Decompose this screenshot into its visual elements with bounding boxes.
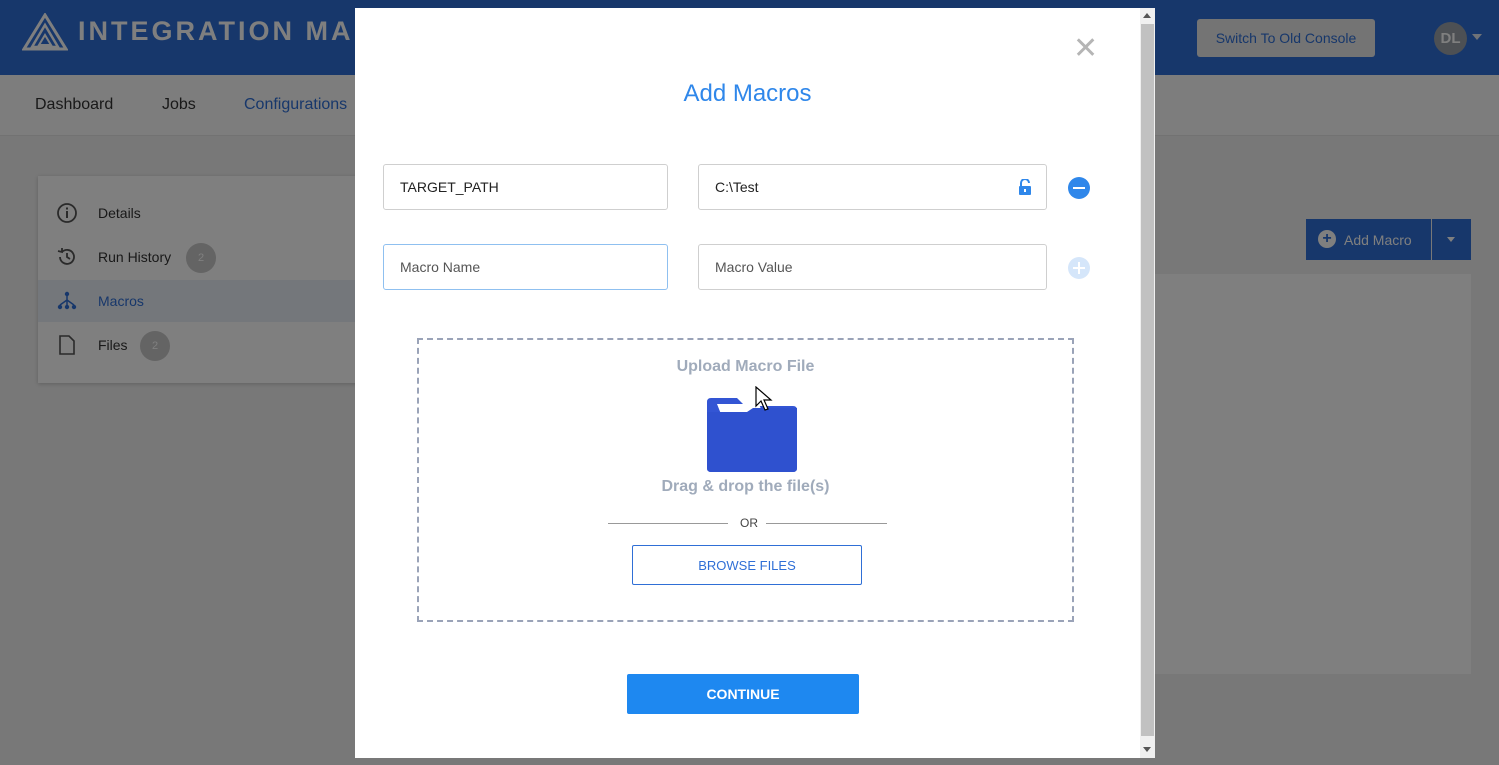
upload-dropzone[interactable]: Upload Macro File Drag & drop the file(s…	[417, 338, 1074, 622]
scroll-up-icon[interactable]	[1143, 13, 1151, 18]
macro-value-field[interactable]	[698, 164, 1047, 210]
upload-title: Upload Macro File	[676, 358, 815, 375]
add-icon[interactable]	[1068, 257, 1090, 279]
macro-name-field[interactable]	[383, 164, 668, 210]
divider	[766, 523, 887, 524]
add-macros-dialog: ✕ Add Macros Upload Macro File Drag & dr…	[355, 8, 1155, 758]
macro-name-input[interactable]	[383, 244, 668, 290]
divider	[608, 523, 728, 524]
continue-button[interactable]: CONTINUE	[627, 674, 859, 714]
drag-drop-text: Drag & drop the file(s)	[661, 478, 830, 495]
unlock-icon[interactable]	[1018, 179, 1032, 195]
mouse-cursor-icon	[755, 386, 773, 411]
folder-icon	[707, 398, 797, 472]
dialog-title: Add Macros	[683, 80, 812, 107]
scrollbar[interactable]	[1140, 8, 1155, 758]
remove-icon[interactable]	[1068, 177, 1090, 199]
close-icon[interactable]: ✕	[1073, 34, 1098, 64]
scroll-thumb[interactable]	[1141, 24, 1154, 736]
scroll-down-icon[interactable]	[1143, 747, 1151, 752]
macro-value-input[interactable]	[698, 244, 1047, 290]
or-text: OR	[740, 516, 758, 530]
browse-files-button[interactable]: BROWSE FILES	[632, 545, 862, 585]
